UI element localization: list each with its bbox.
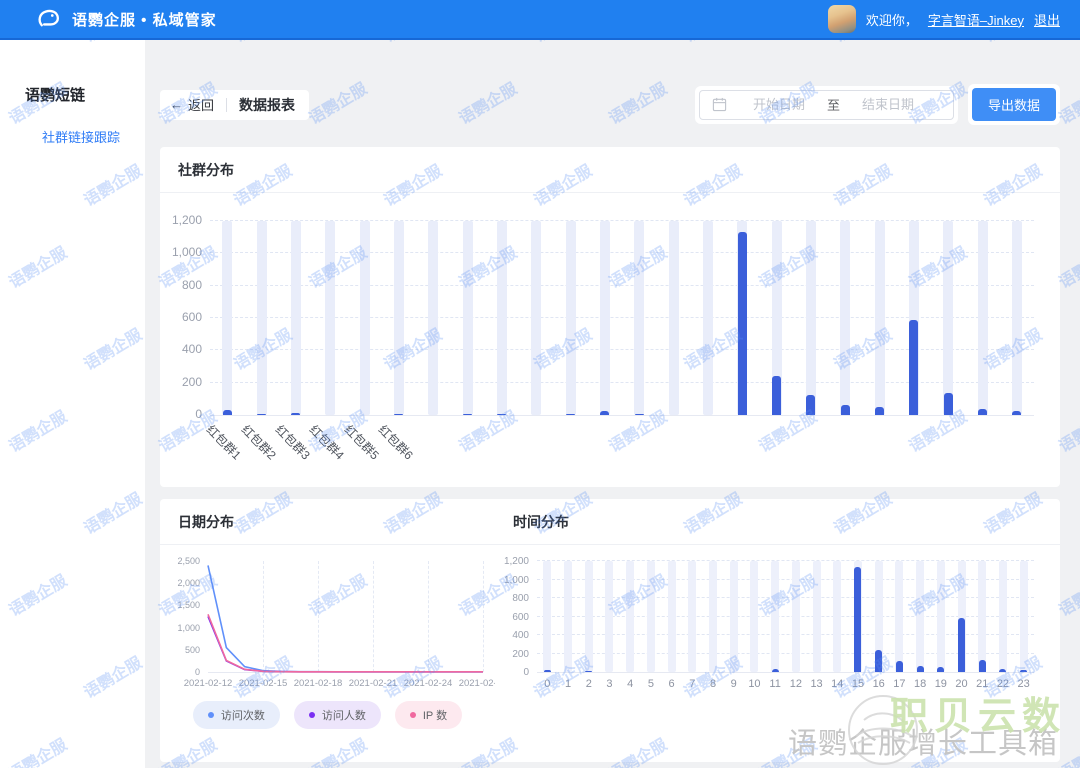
date-range-wrapper: 至 [695, 86, 958, 124]
divider [226, 98, 227, 112]
date-range-picker[interactable]: 至 [699, 90, 954, 120]
bar[interactable] [854, 567, 861, 672]
breadcrumb: ← 返回 数据报表 [160, 90, 309, 120]
time-chart-title: 时间分布 [495, 499, 1060, 545]
date-separator: 至 [825, 95, 842, 114]
bar[interactable] [979, 660, 986, 672]
date-chart-plot[interactable]: 05001,0001,5002,0002,500 [208, 561, 483, 673]
card-community-distribution: 社群分布 02004006008001,0001,200 红包群1红包群2红包群… [160, 147, 1060, 487]
card-date-time-distribution: 日期分布 05001,0001,5002,0002,500 2021-02-12… [160, 499, 1060, 762]
username-link[interactable]: 字言智语–Jinkey [928, 10, 1024, 29]
bar[interactable] [917, 666, 924, 672]
bar[interactable] [909, 320, 918, 415]
bar[interactable] [585, 671, 592, 672]
bar[interactable] [257, 414, 266, 415]
legend-item[interactable]: 访问次数 [193, 701, 280, 729]
time-chart-plot[interactable]: 02004006008001,0001,200 [537, 561, 1034, 673]
back-label: 返回 [188, 95, 214, 114]
bar[interactable] [978, 409, 987, 415]
bar[interactable] [999, 669, 1006, 672]
bar[interactable] [937, 667, 944, 672]
line-series [208, 617, 483, 672]
time-distribution-section: 时间分布 02004006008001,0001,200 01234567891… [495, 499, 1060, 762]
time-chart-xaxis: 01234567891011121314151617181920212223 [537, 673, 1034, 689]
line-series [208, 614, 483, 672]
start-date-input[interactable] [733, 97, 825, 112]
end-date-input[interactable] [842, 97, 934, 112]
export-data-button[interactable]: 导出数据 [972, 88, 1056, 121]
line-series [208, 565, 483, 671]
brand: 语鹦企服 • 私域管家 [34, 5, 217, 33]
bar[interactable] [958, 618, 965, 672]
bar[interactable] [1020, 670, 1027, 672]
date-distribution-section: 日期分布 05001,0001,5002,0002,500 2021-02-12… [160, 499, 495, 762]
bar[interactable] [600, 411, 609, 415]
toolbar: ← 返回 数据报表 至 [160, 84, 1060, 125]
top-navbar: 语鹦企服 • 私域管家 欢迎你， 字言智语–Jinkey 退出 [0, 0, 1080, 40]
main-content: ← 返回 数据报表 至 [145, 40, 1080, 768]
community-chart-plot[interactable]: 02004006008001,0001,200 [210, 221, 1034, 416]
date-chart-title: 日期分布 [160, 499, 495, 545]
date-chart-legend: 访问次数访问人数 IP 数 [160, 701, 495, 729]
bar[interactable] [635, 414, 644, 415]
community-chart-xaxis: 红包群1红包群2红包群3红包群4红包群5红包群6 [210, 416, 1034, 488]
bar[interactable] [544, 670, 551, 672]
legend-item[interactable]: IP 数 [395, 701, 462, 729]
bar[interactable] [875, 650, 882, 672]
bar[interactable] [463, 414, 472, 415]
legend-item[interactable]: 访问人数 [294, 701, 381, 729]
back-arrow-icon: ← [170, 97, 183, 112]
bar[interactable] [291, 413, 300, 415]
logout-link[interactable]: 退出 [1034, 10, 1060, 29]
bar[interactable] [566, 414, 575, 415]
community-chart-title: 社群分布 [160, 147, 1060, 193]
bar[interactable] [1012, 411, 1021, 415]
back-button[interactable]: ← 返回 [170, 95, 214, 114]
bar[interactable] [944, 393, 953, 415]
bar[interactable] [896, 661, 903, 672]
bar[interactable] [223, 410, 232, 415]
export-button-wrapper: 导出数据 [968, 84, 1060, 125]
sidebar-item-community-link-tracking[interactable]: 社群链接跟踪 [0, 105, 145, 146]
bar[interactable] [875, 407, 884, 415]
bar[interactable] [772, 669, 779, 672]
bar[interactable] [738, 232, 747, 415]
page-title: 数据报表 [239, 95, 295, 115]
brand-title: 语鹦企服 • 私域管家 [72, 9, 217, 30]
sidebar: 语鹦短链 社群链接跟踪 [0, 40, 145, 768]
sidebar-title: 语鹦短链 [0, 40, 145, 105]
bar[interactable] [806, 395, 815, 415]
user-avatar[interactable] [828, 5, 856, 33]
brand-logo-icon [34, 5, 62, 33]
bar[interactable] [497, 414, 506, 415]
bar[interactable] [394, 414, 403, 415]
welcome-text: 欢迎你， [866, 10, 918, 29]
bar[interactable] [772, 376, 781, 415]
calendar-icon [712, 97, 727, 112]
date-chart-xaxis: 2021-02-122021-02-152021-02-182021-02-21… [208, 673, 483, 689]
bar[interactable] [841, 405, 850, 415]
